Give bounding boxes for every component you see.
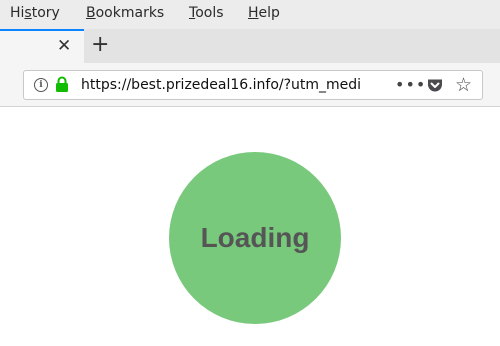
pocket-icon[interactable] (427, 78, 443, 97)
loading-circle: Loading (169, 152, 341, 324)
menu-history[interactable]: History (10, 5, 60, 21)
new-tab-icon[interactable]: + (91, 34, 109, 56)
info-icon[interactable]: i (34, 78, 48, 92)
lock-icon[interactable] (55, 76, 69, 97)
tab-strip: ✕ + (0, 29, 500, 63)
menu-help[interactable]: Help (248, 5, 280, 21)
page-content: Loading (0, 107, 500, 346)
menu-bar: History Bookmarks Tools Help (0, 0, 500, 29)
close-icon[interactable]: ✕ (57, 38, 71, 55)
active-tab[interactable]: ✕ (0, 29, 84, 63)
loading-label: Loading (200, 222, 310, 253)
menu-bookmarks[interactable]: Bookmarks (86, 5, 164, 21)
navigation-bar: i https://best.prizedeal16.info/?utm_med… (0, 63, 500, 107)
menu-tools[interactable]: Tools (189, 5, 224, 21)
url-text[interactable]: https://best.prizedeal16.info/?utm_medi (81, 77, 361, 93)
more-actions-icon[interactable]: ••• (395, 75, 426, 94)
star-icon[interactable]: ☆ (455, 75, 472, 95)
url-bar[interactable]: i https://best.prizedeal16.info/?utm_med… (23, 70, 483, 100)
